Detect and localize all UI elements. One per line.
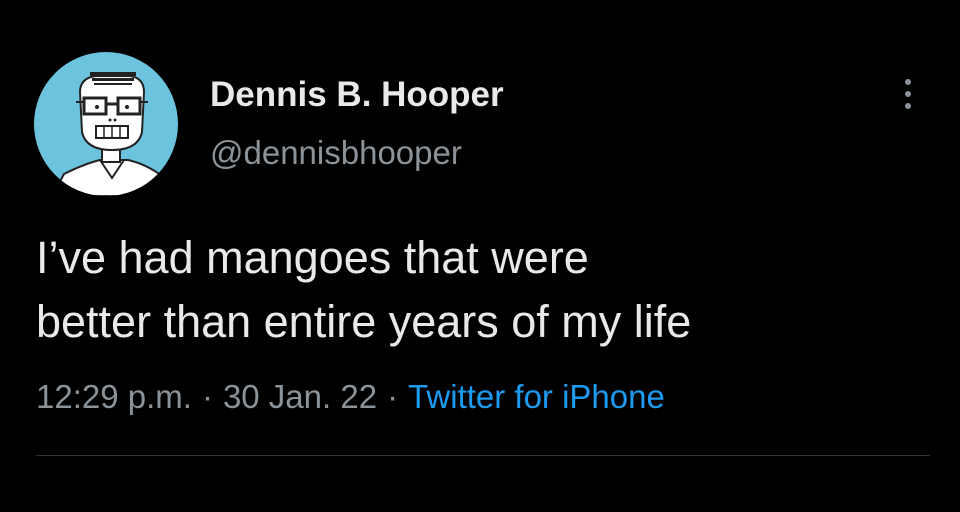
more-options-button[interactable]	[893, 72, 923, 116]
meta-separator: ·	[387, 378, 399, 415]
avatar[interactable]	[34, 52, 178, 196]
more-options-icon-dot	[905, 91, 911, 97]
author-handle[interactable]: @dennisbhooper	[210, 134, 462, 172]
tweet-time[interactable]: 12:29 p.m.	[36, 378, 192, 415]
cartoon-face-avatar-icon	[50, 72, 176, 196]
tweet-meta: 12:29 p.m. · 30 Jan. 22 · Twitter for iPhone	[36, 378, 665, 416]
tweet-text-line: I’ve had mangoes that were	[36, 232, 589, 283]
tweet-text-line: better than entire years of my life	[36, 296, 692, 347]
tweet-text: I’ve had mangoes that were better than e…	[36, 226, 936, 354]
divider	[36, 455, 930, 456]
more-options-icon	[905, 79, 911, 85]
more-options-icon-dot	[905, 103, 911, 109]
meta-separator: ·	[201, 378, 213, 415]
author-display-name[interactable]: Dennis B. Hooper	[210, 75, 504, 115]
tweet-card: Dennis B. Hooper @dennisbhooper I’ve had…	[0, 0, 960, 512]
tweet-source-link[interactable]: Twitter for iPhone	[408, 378, 665, 415]
tweet-date[interactable]: 30 Jan. 22	[223, 378, 377, 415]
